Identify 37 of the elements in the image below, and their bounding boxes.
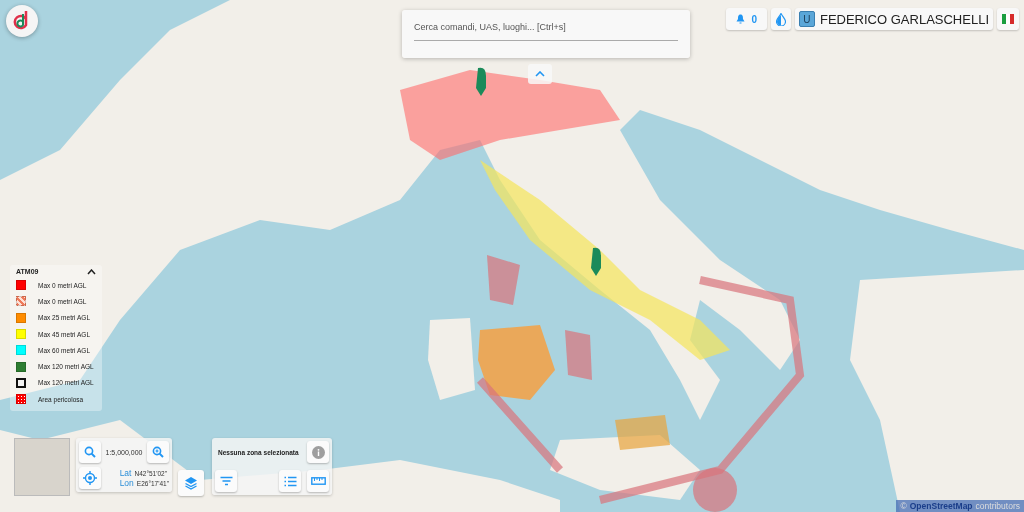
layers-icon	[184, 476, 198, 490]
drop-icon	[775, 12, 786, 26]
crosshair-icon	[83, 471, 97, 485]
map-attribution: © OpenStreetMap contributors	[896, 500, 1024, 512]
ruler-button[interactable]	[307, 470, 329, 492]
locate-button[interactable]	[79, 467, 101, 489]
legend-toggle[interactable]	[85, 268, 98, 275]
search-field[interactable]: Cerca comandi, UAS, luoghi... [Ctrl+s]	[402, 10, 690, 58]
map-pin-icon[interactable]	[591, 247, 601, 276]
contrast-button[interactable]	[770, 8, 791, 30]
latitude-label: Lat	[119, 468, 132, 478]
list-icon	[283, 475, 297, 487]
longitude-label: Lon	[119, 478, 134, 488]
user-initial-badge: U	[798, 11, 815, 27]
magnifier-icon	[84, 446, 96, 458]
flag-icon	[1002, 14, 1014, 24]
filter-button[interactable]	[215, 470, 237, 492]
restricted-zone	[615, 415, 670, 450]
user-menu-button[interactable]: U FEDERICO GARLASCHELLI	[794, 8, 993, 30]
list-button[interactable]	[279, 470, 301, 492]
user-name: FEDERICO GARLASCHELLI	[819, 11, 989, 27]
bell-icon	[736, 14, 746, 24]
caret-up-icon	[535, 71, 545, 77]
map-pin-icon[interactable]	[476, 67, 486, 96]
magnifier-icon	[152, 446, 164, 458]
filter-icon	[219, 476, 233, 486]
info-icon	[311, 445, 325, 459]
layers-button[interactable]	[178, 470, 204, 496]
collapse-button[interactable]	[528, 64, 552, 84]
language-button[interactable]	[997, 8, 1019, 30]
openstreetmap-link[interactable]: OpenStreetMap	[909, 501, 973, 511]
zoom-out-button[interactable]	[79, 441, 101, 463]
restricted-zone	[693, 468, 737, 512]
zoom-in-button[interactable]	[147, 441, 169, 463]
info-button[interactable]	[307, 441, 329, 463]
ruler-icon	[310, 477, 326, 485]
notifications-button[interactable]: 0	[726, 8, 767, 30]
